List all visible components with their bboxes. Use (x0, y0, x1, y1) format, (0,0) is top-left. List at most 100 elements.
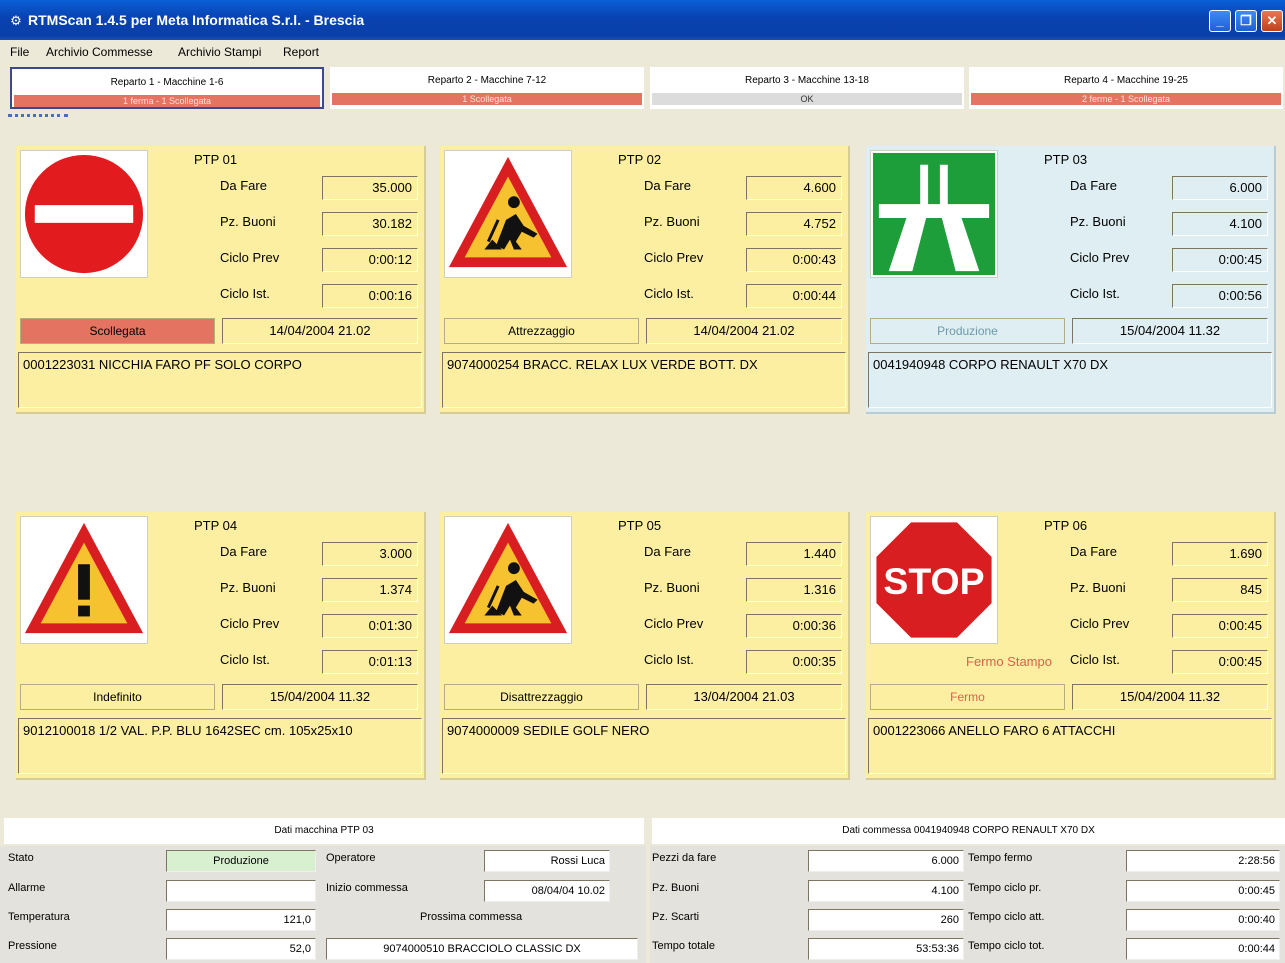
commessa-field: 0001223066 ANELLO FARO 6 ATTACCHI (868, 718, 1272, 774)
order-details-header: Dati commessa 0041940948 CORPO RENAULT X… (652, 818, 1285, 844)
da-fare-value: 35.000 (322, 176, 418, 200)
ciclo-prev-value: 0:00:36 (746, 614, 842, 638)
tab-label: Reparto 3 - Macchine 13-18 (745, 75, 869, 86)
stop-sign-icon: STOP (870, 516, 998, 644)
temperatura-label: Temperatura (8, 911, 70, 923)
roadwork-sign-icon (444, 516, 572, 644)
temperatura-field: 121,0 (166, 909, 316, 931)
roadwork-sign-icon (444, 150, 572, 278)
prossima-commessa-field: 9074000510 BRACCIOLO CLASSIC DX (326, 938, 638, 960)
ciclo-ist-label: Ciclo Ist. (220, 652, 270, 667)
ciclo-prev-label: Ciclo Prev (220, 616, 280, 631)
machine-name: PTP 06 (1044, 518, 1088, 533)
commessa-field: 9074000254 BRACC. RELAX LUX VERDE BOTT. … (442, 352, 846, 408)
pz-buoni-value: 4.100 (1172, 212, 1268, 236)
ciclo-ist-value: 0:00:56 (1172, 284, 1268, 308)
tab-status: 1 Scollegata (332, 93, 642, 105)
warning-sign-icon (20, 516, 148, 644)
tempo-ciclo-pr-field: 0:00:45 (1126, 880, 1280, 902)
machine-date: 15/04/2004 11.32 (1072, 684, 1268, 710)
tab-status: 1 ferma - 1 Scollegata (14, 95, 320, 107)
pressione-field: 52,0 (166, 938, 316, 960)
ciclo-ist-value: 0:00:35 (746, 650, 842, 674)
menu-archivio-stampi[interactable]: Archivio Stampi (178, 45, 261, 59)
pz-scarti-label: Pz. Scarti (652, 911, 700, 923)
ciclo-prev-value: 0:00:45 (1172, 248, 1268, 272)
menu-report[interactable]: Report (283, 45, 319, 59)
tab-status: 2 ferme - 1 Scollegata (971, 93, 1281, 105)
commessa-field: 9074000009 SEDILE GOLF NERO (442, 718, 846, 774)
menu-file[interactable]: File (10, 45, 29, 59)
fermo-stampo-label: Fermo Stampo (966, 654, 1052, 669)
tab-reparto-3[interactable]: Reparto 3 - Macchine 13-18 OK (650, 67, 964, 109)
machine-name: PTP 03 (1044, 152, 1088, 167)
pz-scarti-field: 260 (808, 909, 964, 931)
da-fare-label: Da Fare (644, 544, 691, 559)
window-title: RTMScan 1.4.5 per Meta Informatica S.r.l… (28, 12, 365, 28)
stop-sign-text: STOP (883, 560, 984, 602)
refresh-indicator (8, 114, 68, 118)
machine-panel-3[interactable]: PTP 03 Da Fare 6.000 Pz. Buoni 4.100 Ciclo Pr… (866, 146, 1276, 414)
ciclo-prev-label: Ciclo Prev (1070, 616, 1130, 631)
machine-state: Scollegata (20, 318, 215, 344)
da-fare-label: Da Fare (220, 544, 267, 559)
tab-reparto-4[interactable]: Reparto 4 - Macchine 19-25 2 ferme - 1 S… (969, 67, 1283, 109)
menu-archivio-commesse[interactable]: Archivio Commesse (46, 45, 153, 59)
tab-reparto-1[interactable]: Reparto 1 - Macchine 1-6 1 ferma - 1 Sco… (10, 67, 324, 109)
inizio-commessa-label: Inizio commessa (326, 882, 408, 894)
app-icon: ⚙ (10, 13, 22, 28)
allarme-label: Allarme (8, 882, 46, 894)
commessa-field: 0001223031 NICCHIA FARO PF SOLO CORPO (18, 352, 422, 408)
ciclo-prev-value: 0:00:45 (1172, 614, 1268, 638)
machine-panel-4[interactable]: PTP 04 Da Fare 3.000 Pz. Buoni 1.374 Ciclo Pr… (16, 512, 426, 780)
ciclo-prev-label: Ciclo Prev (1070, 250, 1130, 265)
ciclo-ist-value: 0:01:13 (322, 650, 418, 674)
menu-bar: File Archivio Commesse Archivio Stampi R… (0, 40, 1285, 64)
commessa-field: 0041940948 CORPO RENAULT X70 DX (868, 352, 1272, 408)
machine-date: 15/04/2004 11.32 (222, 684, 418, 710)
tempo-ciclo-att-field: 0:00:40 (1126, 909, 1280, 931)
tab-status: OK (652, 93, 962, 105)
da-fare-value: 4.600 (746, 176, 842, 200)
machine-state: Produzione (870, 318, 1065, 344)
da-fare-label: Da Fare (220, 178, 267, 193)
ciclo-ist-label: Ciclo Ist. (220, 286, 270, 301)
pz-buoni-label: Pz. Buoni (1070, 580, 1126, 595)
pz-buoni-value: 1.316 (746, 578, 842, 602)
close-button[interactable]: ✕ (1261, 10, 1283, 32)
machine-panel-1[interactable]: PTP 01 Da Fare 35.000 Pz. Buoni 30.182 Ciclo … (16, 146, 426, 414)
tempo-ciclo-att-label: Tempo ciclo att. (968, 911, 1045, 923)
tempo-fermo-field: 2:28:56 (1126, 850, 1280, 872)
ciclo-ist-label: Ciclo Ist. (1070, 652, 1120, 667)
machine-state: Fermo (870, 684, 1065, 710)
pz-buoni-label: Pz. Buoni (220, 214, 276, 229)
da-fare-value: 3.000 (322, 542, 418, 566)
no-entry-sign-icon (20, 150, 148, 278)
pz-buoni-value: 4.752 (746, 212, 842, 236)
machine-panel-5[interactable]: PTP 05 Da Fare 1.440 Pz. Buoni 1.316 Ciclo Pr… (440, 512, 850, 780)
tab-reparto-2[interactable]: Reparto 2 - Macchine 7-12 1 Scollegata (330, 67, 644, 109)
title-bar: ⚙ RTMScan 1.4.5 per Meta Informatica S.r… (0, 0, 1285, 40)
allarme-field (166, 880, 316, 902)
prossima-commessa-label: Prossima commessa (420, 911, 523, 923)
machine-panel-6[interactable]: STOP PTP 06 Da Fare 1.690 Pz. Buoni 845 Ciclo … (866, 512, 1276, 780)
operatore-label: Operatore (326, 852, 376, 864)
ciclo-prev-label: Ciclo Prev (644, 250, 704, 265)
pz-buoni-label: Pz. Buoni (644, 580, 700, 595)
machine-state: Attrezzaggio (444, 318, 639, 344)
ciclo-prev-label: Ciclo Prev (220, 250, 280, 265)
ciclo-ist-value: 0:00:45 (1172, 650, 1268, 674)
machine-panel-2[interactable]: PTP 02 Da Fare 4.600 Pz. Buoni 4.752 Ciclo Pr… (440, 146, 850, 414)
pz-buoni-label: Pz. Buoni (644, 214, 700, 229)
da-fare-value: 6.000 (1172, 176, 1268, 200)
maximize-button[interactable]: ❐ (1235, 10, 1257, 32)
pz-buoni-field: 4.100 (808, 880, 964, 902)
pz-buoni-value: 1.374 (322, 578, 418, 602)
pressione-label: Pressione (8, 940, 57, 952)
da-fare-label: Da Fare (1070, 544, 1117, 559)
minimize-button[interactable]: _ (1209, 10, 1231, 32)
commessa-field: 9012100018 1/2 VAL. P.P. BLU 1642SEC cm.… (18, 718, 422, 774)
pz-buoni-value: 30.182 (322, 212, 418, 236)
operatore-field: Rossi Luca (484, 850, 610, 872)
da-fare-value: 1.690 (1172, 542, 1268, 566)
